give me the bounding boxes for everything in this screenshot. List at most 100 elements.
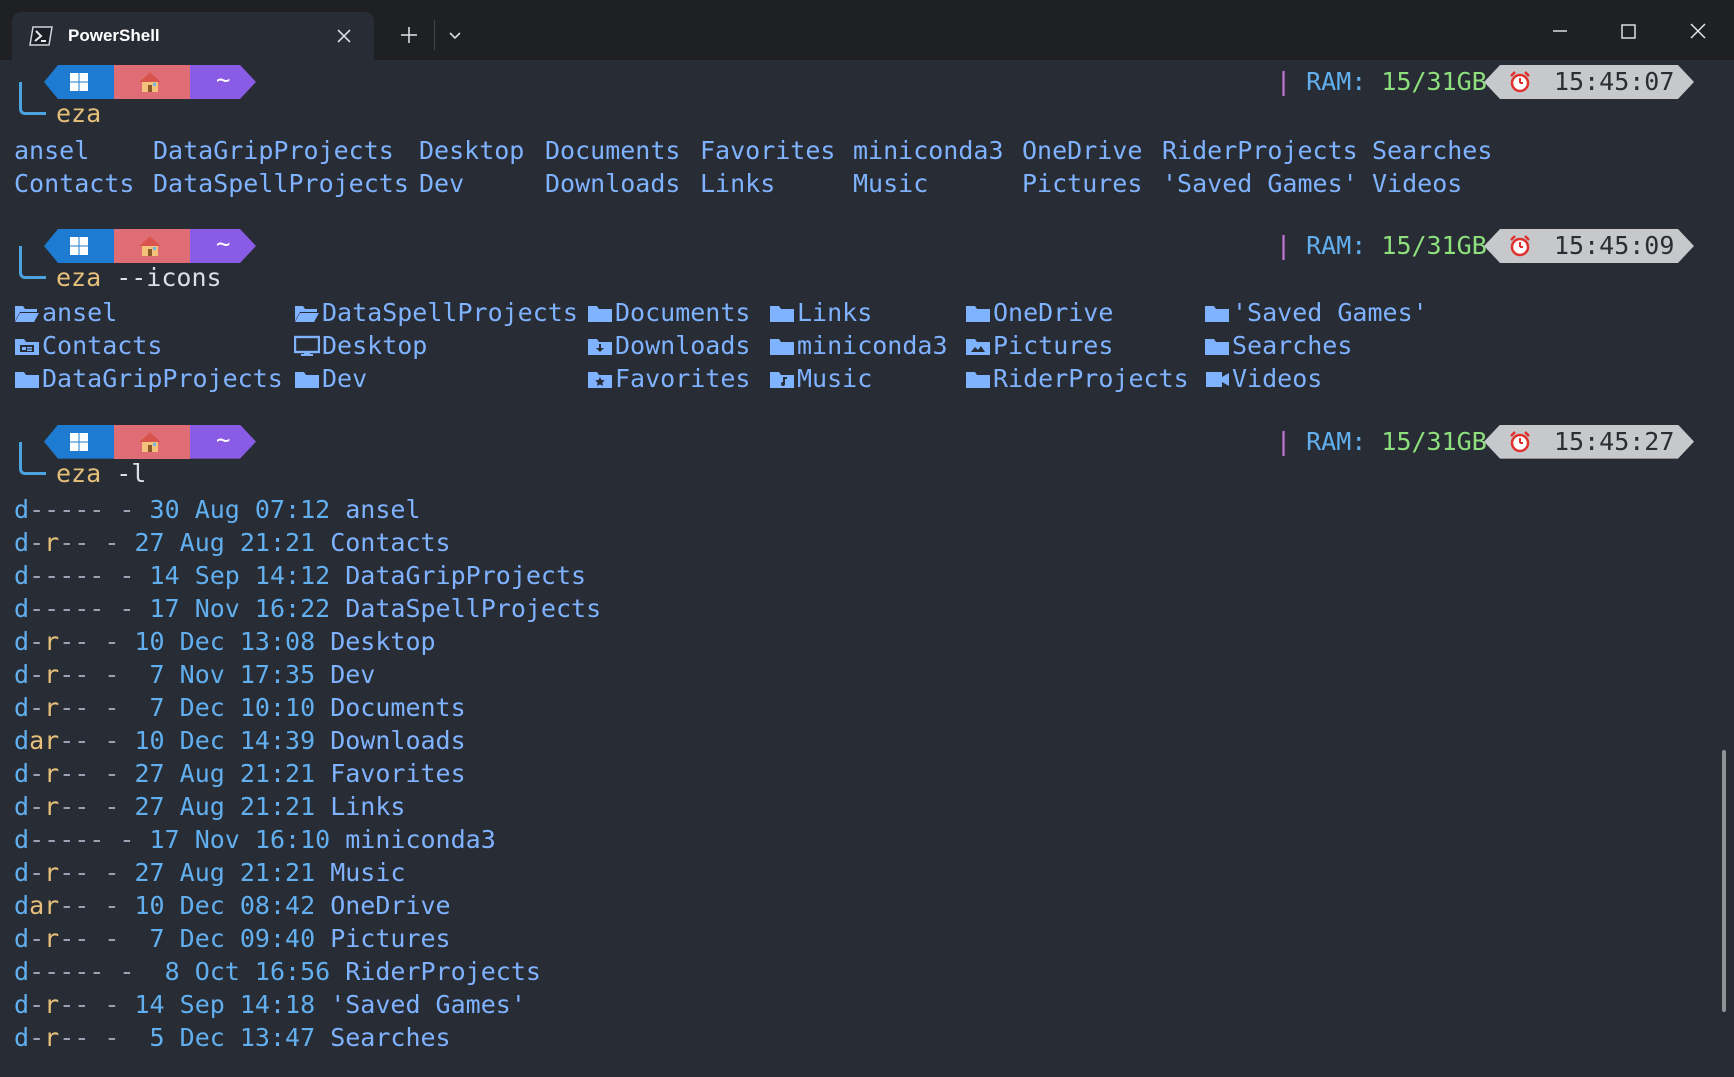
file-name: DataGripProjects: [345, 561, 587, 590]
perm-readonly: -: [44, 825, 60, 854]
windows-icon: [70, 432, 88, 451]
list-item[interactable]: Links: [700, 167, 775, 200]
new-tab-icon[interactable]: [396, 22, 422, 48]
list-item[interactable]: Links: [769, 296, 872, 329]
chevron-down-icon[interactable]: [442, 22, 468, 48]
file-name: Contacts: [330, 528, 451, 557]
table-row[interactable]: dar-- - 10 Dec 14:39 Downloads: [14, 724, 466, 757]
file-name: Downloads: [545, 169, 681, 198]
list-item[interactable]: Pictures: [1022, 167, 1142, 200]
table-row[interactable]: d-r-- - 10 Dec 13:08 Desktop: [14, 625, 436, 658]
terminal-body[interactable]: ~ eza | RAM: 15/31GB 15:45:07 ansel DataGripP…: [0, 60, 1734, 1077]
minimize-icon[interactable]: [1540, 16, 1580, 46]
list-item[interactable]: Searches: [1204, 329, 1352, 362]
scrollbar[interactable]: [1722, 750, 1726, 1012]
favorites-folder-icon: [588, 372, 612, 388]
command-args: -l: [101, 458, 147, 488]
file-size: -: [104, 891, 120, 920]
date-time: 16:22: [254, 594, 331, 623]
list-item[interactable]: Favorites: [587, 362, 750, 395]
list-item[interactable]: Contacts: [14, 167, 134, 200]
contacts-folder-icon: [15, 339, 39, 355]
table-row[interactable]: d-r-- - 14 Sep 14:18 'Saved Games': [14, 988, 526, 1021]
date-time: 08:42: [239, 891, 316, 920]
list-item[interactable]: Documents: [587, 296, 750, 329]
list-item[interactable]: miniconda3: [853, 134, 1004, 167]
list-item[interactable]: miniconda3: [769, 329, 948, 362]
perm-readonly: r: [44, 528, 60, 557]
file-size: -: [119, 957, 135, 986]
list-item[interactable]: DataSpellProjects: [294, 296, 578, 329]
table-row[interactable]: d-r-- - 7 Dec 10:10 Documents: [14, 691, 466, 724]
table-row[interactable]: d----- - 17 Nov 16:10 miniconda3: [14, 823, 496, 856]
ram-status: | RAM: 15/31GB: [1276, 425, 1487, 458]
date-time: 09:40: [239, 924, 316, 953]
list-item[interactable]: Desktop: [294, 329, 427, 362]
table-row[interactable]: d----- - 14 Sep 14:12 DataGripProjects: [14, 559, 586, 592]
file-name: DataSpellProjects: [322, 298, 578, 327]
file-name: Music: [797, 364, 873, 393]
list-item[interactable]: Contacts: [14, 329, 162, 362]
table-row[interactable]: d----- - 8 Oct 16:56 RiderProjects: [14, 955, 541, 988]
list-item[interactable]: Videos: [1372, 167, 1462, 200]
table-row[interactable]: d-r-- - 7 Nov 17:35 Dev: [14, 658, 375, 691]
list-item[interactable]: 'Saved Games': [1162, 167, 1358, 200]
list-item[interactable]: Desktop: [419, 134, 524, 167]
date-month: Aug: [179, 759, 225, 788]
perm-dir: d: [14, 528, 30, 557]
list-item[interactable]: 'Saved Games': [1204, 296, 1428, 329]
table-row[interactable]: d-r-- - 5 Dec 13:47 Searches: [14, 1021, 451, 1054]
table-row[interactable]: d-r-- - 27 Aug 21:21 Music: [14, 856, 405, 889]
list-item[interactable]: Dev: [294, 362, 367, 395]
table-row[interactable]: d----- - 30 Aug 07:12 ansel: [14, 493, 421, 526]
close-tab-icon[interactable]: [334, 26, 354, 46]
list-item[interactable]: Favorites: [700, 134, 835, 167]
perm-rest: --: [59, 693, 90, 722]
list-item[interactable]: Searches: [1372, 134, 1492, 167]
table-row[interactable]: d-r-- - 27 Aug 21:21 Links: [14, 790, 405, 823]
list-item[interactable]: Downloads: [545, 167, 680, 200]
prompt-connector: [19, 245, 46, 279]
list-item[interactable]: Downloads: [587, 329, 750, 362]
list-item[interactable]: Music: [769, 362, 872, 395]
list-item[interactable]: RiderProjects: [965, 362, 1189, 395]
list-item[interactable]: DataGripProjects: [153, 134, 394, 167]
tab-powershell[interactable]: PowerShell: [12, 12, 374, 60]
list-item[interactable]: DataGripProjects: [14, 362, 283, 395]
list-item[interactable]: OneDrive: [1022, 134, 1142, 167]
list-item[interactable]: RiderProjects: [1162, 134, 1358, 167]
file-name: Videos: [1372, 169, 1463, 198]
list-item[interactable]: Dev: [419, 167, 464, 200]
close-window-icon[interactable]: [1678, 16, 1718, 46]
list-item[interactable]: ansel: [14, 134, 89, 167]
file-name: Music: [330, 858, 406, 887]
list-item[interactable]: Music: [853, 167, 928, 200]
prompt-connector: [19, 81, 46, 115]
perm-dir: d: [14, 957, 30, 986]
file-size: -: [104, 924, 120, 953]
list-item[interactable]: OneDrive: [965, 296, 1113, 329]
table-row[interactable]: d-r-- - 7 Dec 09:40 Pictures: [14, 922, 451, 955]
list-item[interactable]: DataSpellProjects: [153, 167, 409, 200]
list-item[interactable]: Documents: [545, 134, 680, 167]
file-name: ansel: [14, 136, 90, 165]
table-row[interactable]: d----- - 17 Nov 16:22 DataSpellProjects: [14, 592, 601, 625]
maximize-icon[interactable]: [1608, 16, 1648, 46]
table-row[interactable]: dar-- - 10 Dec 08:42 OneDrive: [14, 889, 451, 922]
file-size: -: [104, 693, 120, 722]
table-row[interactable]: d-r-- - 27 Aug 21:21 Favorites: [14, 757, 466, 790]
list-item[interactable]: Pictures: [965, 329, 1113, 362]
list-item[interactable]: ansel: [14, 296, 117, 329]
file-name: Desktop: [330, 627, 436, 656]
perm-dir: d: [14, 891, 30, 920]
table-row[interactable]: d-r-- - 27 Aug 21:21 Contacts: [14, 526, 451, 559]
list-item[interactable]: Videos: [1204, 362, 1322, 395]
segment-path: ~: [190, 228, 256, 263]
